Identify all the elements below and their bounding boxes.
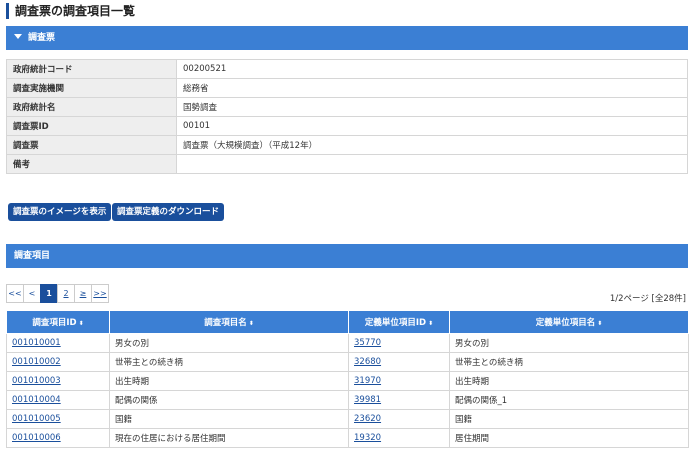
info-key: 政府統計名 — [6, 97, 177, 117]
pagination: << < 1 2 ≥ >> — [6, 284, 109, 303]
item-id-link[interactable]: 001010001 — [12, 338, 61, 348]
last-page-button[interactable]: >> — [91, 284, 109, 303]
def-name: 配偶の関係_1 — [449, 390, 689, 410]
item-name: 国籍 — [109, 409, 349, 429]
collapse-triangle-icon — [14, 34, 22, 39]
info-value: 00200521 — [176, 59, 688, 79]
first-page-button[interactable]: << — [6, 284, 24, 303]
items-section-title: 調査項目 — [14, 251, 51, 261]
info-value — [176, 154, 688, 174]
def-id-link[interactable]: 32680 — [354, 357, 381, 367]
def-id-link[interactable]: 19320 — [354, 433, 381, 443]
def-name: 男女の別 — [449, 333, 689, 353]
sort-icon: ⬍ — [428, 320, 434, 327]
info-key: 調査票 — [6, 135, 177, 155]
header-item-id[interactable]: 調査項目ID ⬍ — [6, 310, 110, 334]
sort-icon: ⬍ — [78, 320, 84, 327]
survey-info-table: 政府統計コード 00200521 調査実施機関 総務省 政府統計名 国勢調査 調査票I… — [6, 59, 688, 174]
def-name: 国籍 — [449, 409, 689, 429]
header-def-id[interactable]: 定義単位項目ID ⬍ — [348, 310, 450, 334]
def-name: 世帯主との続き柄 — [449, 352, 689, 372]
info-key: 備考 — [6, 154, 177, 174]
page-2-button[interactable]: 2 — [57, 284, 75, 303]
item-name: 男女の別 — [109, 333, 349, 353]
header-item-name[interactable]: 調査項目名 ⬍ — [109, 310, 349, 334]
def-name: 出生時期 — [449, 371, 689, 391]
table-row: 001010006 現在の住居における居住期間 19320 居住期間 — [6, 428, 689, 448]
info-row: 調査実施機関 総務省 — [6, 78, 688, 98]
sort-icon: ⬍ — [248, 320, 254, 327]
page-title: 調査票の調査項目一覧 — [6, 3, 135, 19]
table-row: 001010005 国籍 23620 国籍 — [6, 409, 689, 429]
survey-section-header[interactable]: 調査票 — [6, 26, 688, 50]
item-id-link[interactable]: 001010002 — [12, 357, 61, 367]
info-row: 調査票 調査票（大規模調査）（平成12年） — [6, 135, 688, 155]
table-row: 001010004 配偶の関係 39981 配偶の関係_1 — [6, 390, 689, 410]
info-row: 政府統計名 国勢調査 — [6, 97, 688, 117]
table-row: 001010002 世帯主との続き柄 32680 世帯主との続き柄 — [6, 352, 689, 372]
item-id-link[interactable]: 001010005 — [12, 414, 61, 424]
def-id-link[interactable]: 35770 — [354, 338, 381, 348]
def-id-link[interactable]: 23620 — [354, 414, 381, 424]
item-name: 出生時期 — [109, 371, 349, 391]
info-row: 備考 — [6, 154, 688, 174]
info-row: 調査票ID 00101 — [6, 116, 688, 136]
item-name: 世帯主との続き柄 — [109, 352, 349, 372]
item-id-link[interactable]: 001010006 — [12, 433, 61, 443]
table-row: 001010001 男女の別 35770 男女の別 — [6, 333, 689, 353]
download-definition-button[interactable]: 調査票定義のダウンロード — [112, 203, 225, 221]
item-name: 現在の住居における居住期間 — [109, 428, 349, 448]
next-page-button[interactable]: ≥ — [74, 284, 92, 303]
page-info: 1/2ページ [全28件] — [609, 294, 686, 304]
sort-icon: ⬍ — [597, 320, 603, 327]
table-header-row: 調査項目ID ⬍ 調査項目名 ⬍ 定義単位項目ID ⬍ 定義単位項目名 ⬍ — [6, 310, 689, 334]
def-name: 居住期間 — [449, 428, 689, 448]
def-id-link[interactable]: 31970 — [354, 376, 381, 386]
show-image-button[interactable]: 調査票のイメージを表示 — [8, 203, 112, 221]
header-def-name[interactable]: 定義単位項目名 ⬍ — [449, 310, 689, 334]
info-key: 調査実施機関 — [6, 78, 177, 98]
info-value: 国勢調査 — [176, 97, 688, 117]
info-key: 政府統計コード — [6, 59, 177, 79]
item-id-link[interactable]: 001010004 — [12, 395, 61, 405]
items-table: 調査項目ID ⬍ 調査項目名 ⬍ 定義単位項目ID ⬍ 定義単位項目名 ⬍ 001010… — [6, 310, 689, 448]
items-section-header: 調査項目 — [6, 244, 688, 268]
table-row: 001010003 出生時期 31970 出生時期 — [6, 371, 689, 391]
page-1-button[interactable]: 1 — [40, 284, 58, 303]
info-row: 政府統計コード 00200521 — [6, 59, 688, 79]
survey-section-title: 調査票 — [28, 33, 56, 43]
item-id-link[interactable]: 001010003 — [12, 376, 61, 386]
info-value: 総務省 — [176, 78, 688, 98]
info-value: 調査票（大規模調査）（平成12年） — [176, 135, 688, 155]
item-name: 配偶の関係 — [109, 390, 349, 410]
info-value: 00101 — [176, 116, 688, 136]
def-id-link[interactable]: 39981 — [354, 395, 381, 405]
info-key: 調査票ID — [6, 116, 177, 136]
prev-page-button[interactable]: < — [23, 284, 41, 303]
